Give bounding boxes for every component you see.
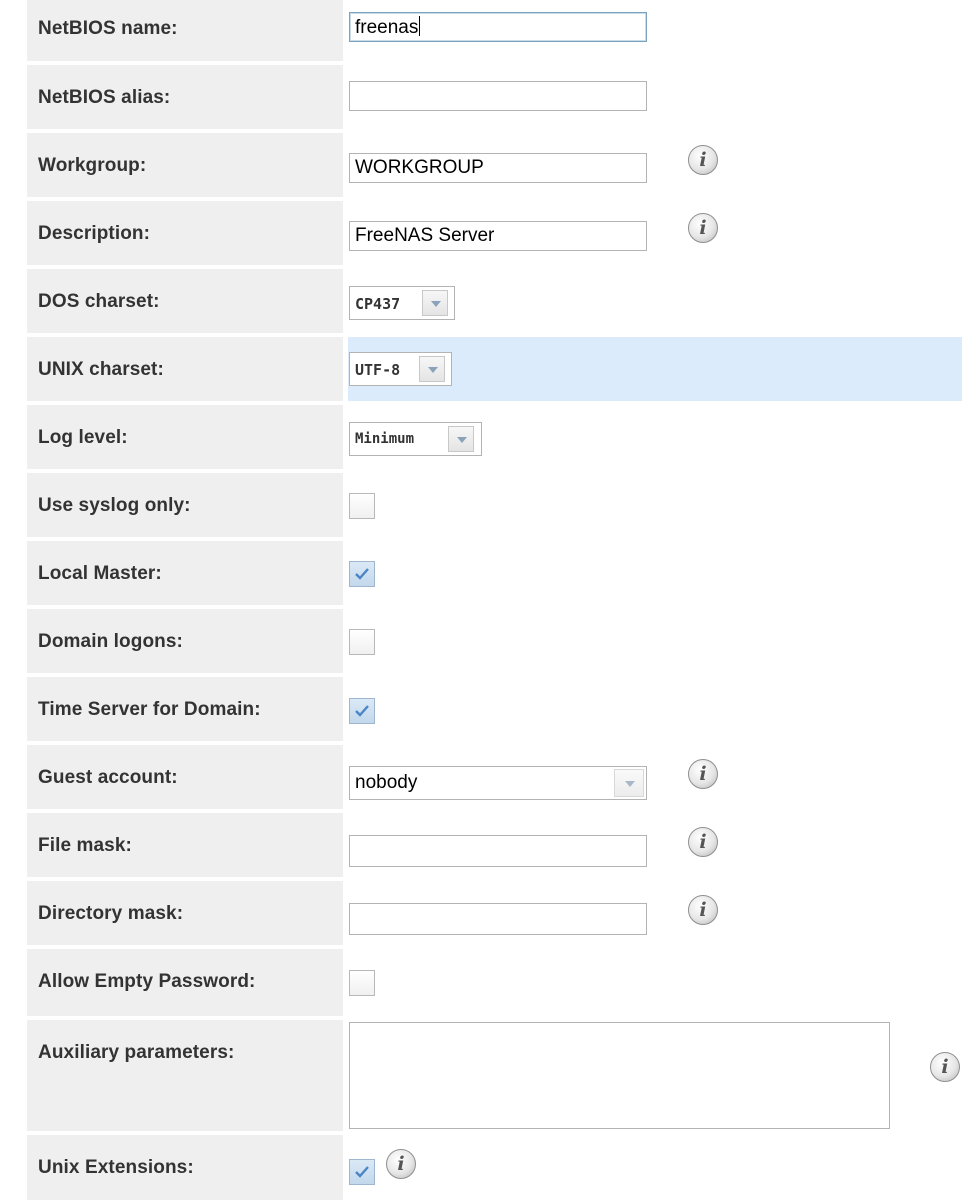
directory-mask-input[interactable] bbox=[349, 903, 647, 935]
row-file-mask: File mask: i bbox=[0, 813, 971, 877]
unix-charset-select[interactable]: UTF-8 bbox=[349, 352, 452, 386]
row-domain-logons: Domain logons: bbox=[0, 609, 971, 673]
chevron-down-icon[interactable] bbox=[419, 356, 445, 382]
row-dos-charset: DOS charset: CP437 bbox=[0, 269, 971, 333]
label-allow-empty-password: Allow Empty Password: bbox=[38, 971, 256, 992]
row-workgroup: Workgroup: WORKGROUP i bbox=[0, 133, 971, 197]
row-auxiliary-parameters: Auxiliary parameters: i bbox=[0, 1020, 971, 1131]
row-use-syslog-only: Use syslog only: bbox=[0, 473, 971, 537]
checkmark-icon bbox=[355, 705, 369, 717]
label-log-level: Log level: bbox=[38, 427, 128, 448]
row-description: Description: FreeNAS Server i bbox=[0, 201, 971, 265]
description-input[interactable]: FreeNAS Server bbox=[349, 221, 647, 251]
label-directory-mask: Directory mask: bbox=[38, 903, 184, 924]
guest-account-select[interactable]: nobody bbox=[349, 766, 647, 800]
netbios-alias-input[interactable] bbox=[349, 81, 647, 111]
label-guest-account: Guest account: bbox=[38, 767, 178, 788]
info-icon[interactable]: i bbox=[688, 759, 718, 789]
workgroup-input[interactable]: WORKGROUP bbox=[349, 153, 647, 183]
row-unix-charset: UNIX charset: UTF-8 bbox=[0, 337, 971, 401]
time-server-checkbox[interactable] bbox=[349, 698, 375, 724]
label-unix-charset: UNIX charset: bbox=[38, 359, 164, 380]
row-local-master: Local Master: bbox=[0, 541, 971, 605]
info-icon[interactable]: i bbox=[688, 895, 718, 925]
row-allow-empty-password: Allow Empty Password: bbox=[0, 949, 971, 1016]
chevron-down-icon[interactable] bbox=[422, 290, 448, 316]
label-dos-charset: DOS charset: bbox=[38, 291, 160, 312]
row-netbios-alias: NetBIOS alias: bbox=[0, 65, 971, 129]
chevron-down-icon[interactable] bbox=[614, 769, 644, 797]
allow-empty-password-checkbox[interactable] bbox=[349, 970, 375, 996]
label-local-master: Local Master: bbox=[38, 563, 162, 584]
label-auxiliary-parameters: Auxiliary parameters: bbox=[38, 1042, 235, 1063]
label-description: Description: bbox=[38, 223, 151, 244]
info-icon[interactable]: i bbox=[386, 1149, 416, 1179]
row-time-server: Time Server for Domain: bbox=[0, 677, 971, 741]
info-icon[interactable]: i bbox=[930, 1052, 960, 1082]
log-level-select[interactable]: Minimum bbox=[349, 422, 482, 456]
local-master-checkbox[interactable] bbox=[349, 561, 375, 587]
row-netbios-name: NetBIOS name: freenas bbox=[0, 0, 971, 61]
auxiliary-parameters-textarea[interactable] bbox=[349, 1022, 890, 1129]
info-icon[interactable]: i bbox=[688, 213, 718, 243]
domain-logons-checkbox[interactable] bbox=[349, 629, 375, 655]
file-mask-input[interactable] bbox=[349, 835, 647, 867]
label-time-server: Time Server for Domain: bbox=[38, 699, 261, 720]
info-icon[interactable]: i bbox=[688, 145, 718, 175]
row-unix-extensions: Unix Extensions: i bbox=[0, 1135, 971, 1200]
unix-extensions-checkbox[interactable] bbox=[349, 1159, 375, 1185]
label-netbios-name: NetBIOS name: bbox=[38, 18, 178, 39]
checkmark-icon bbox=[355, 568, 369, 580]
text-caret bbox=[419, 16, 421, 36]
netbios-name-input[interactable]: freenas bbox=[349, 12, 647, 42]
label-use-syslog-only: Use syslog only: bbox=[38, 495, 191, 516]
row-directory-mask: Directory mask: i bbox=[0, 881, 971, 945]
checkmark-icon bbox=[355, 1166, 369, 1178]
row-guest-account: Guest account: nobody i bbox=[0, 745, 971, 809]
label-unix-extensions: Unix Extensions: bbox=[38, 1157, 194, 1178]
dos-charset-select[interactable]: CP437 bbox=[349, 286, 455, 320]
label-workgroup: Workgroup: bbox=[38, 155, 147, 176]
label-netbios-alias: NetBIOS alias: bbox=[38, 87, 171, 108]
label-domain-logons: Domain logons: bbox=[38, 631, 183, 652]
row-log-level: Log level: Minimum bbox=[0, 405, 971, 469]
info-icon[interactable]: i bbox=[688, 827, 718, 857]
label-file-mask: File mask: bbox=[38, 835, 132, 856]
chevron-down-icon[interactable] bbox=[448, 426, 474, 452]
use-syslog-only-checkbox[interactable] bbox=[349, 493, 375, 519]
